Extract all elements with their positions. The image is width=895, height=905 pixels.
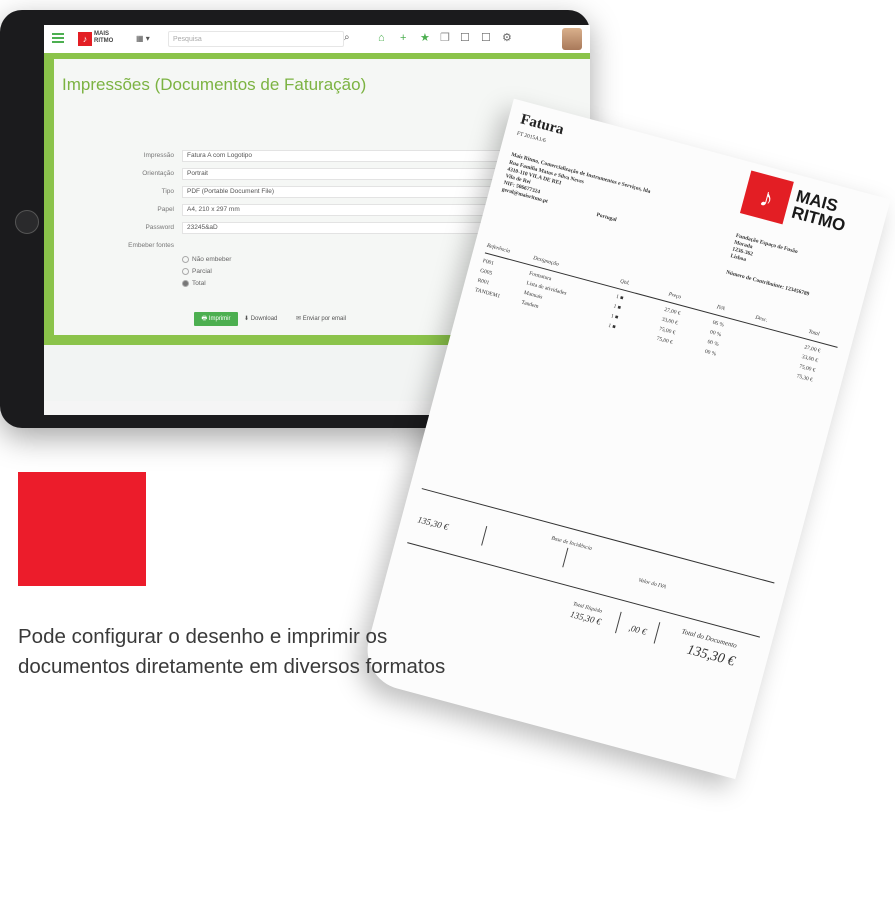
row-qty: 1 ■: [607, 322, 617, 331]
field-label: Tipo: [161, 188, 174, 195]
row-desc: Tandem: [520, 299, 540, 310]
iva-value: ,00 €: [627, 622, 648, 637]
row-qty: 1 ■: [610, 313, 619, 321]
menu-icon[interactable]: [52, 33, 64, 43]
print-button[interactable]: 🖶 Imprimir: [194, 312, 238, 326]
option-label: Não embeber: [192, 256, 232, 263]
col-disc: Desc.: [754, 314, 769, 324]
row-ref: TANDEM1: [474, 287, 501, 300]
divider: [562, 547, 569, 568]
messages-icon[interactable]: ☐: [481, 31, 491, 45]
divider: [481, 526, 488, 546]
copy-icon[interactable]: ❐: [440, 31, 450, 45]
field-label: Impressão: [143, 152, 174, 159]
divider: [615, 611, 622, 634]
col-total: Total: [807, 328, 821, 338]
app-logo-icon[interactable]: ♪: [78, 32, 92, 46]
settings-icon[interactable]: ⚙: [502, 31, 512, 45]
row-iva: 00 %: [706, 339, 720, 348]
row-iva: 06 %: [711, 319, 725, 329]
row-qty: 1 ■: [615, 293, 625, 302]
brand-text: MAIS RITMO: [789, 186, 848, 236]
home-button: [15, 210, 39, 234]
col-price: Preço: [667, 291, 682, 301]
row-ref: R001: [476, 277, 490, 287]
embed-option-partial[interactable]: Parcial: [182, 267, 212, 277]
row-price: 75,00 €: [658, 326, 676, 337]
totals-rule: [421, 488, 775, 584]
caption-text: Pode configurar o desenho e imprimir os …: [18, 625, 446, 678]
divider: [653, 622, 661, 644]
col-iva: IVA: [716, 304, 726, 313]
home-icon[interactable]: ⌂: [378, 31, 385, 45]
row-total: 33,00 €: [801, 354, 819, 365]
search-icon[interactable]: ⌕: [344, 32, 350, 43]
taxable-value: 135,30 €: [416, 514, 450, 533]
row-price: 33,00 €: [660, 316, 679, 327]
notifications-icon[interactable]: ☐: [460, 31, 470, 45]
col-qty: Qtd.: [619, 278, 631, 287]
row-iva: 00 %: [709, 329, 722, 339]
row-total: 27,00 €: [803, 344, 822, 355]
page-title: Impressões (Documentos de Faturação): [62, 75, 367, 94]
print-button-label: Imprimir: [208, 316, 231, 322]
row-price: 75,00 €: [655, 335, 674, 346]
music-note-icon: ♪: [739, 170, 794, 225]
row-total: 75,30 €: [795, 373, 814, 384]
client-taxpayer: Número de Contribuinte: 123456789: [725, 269, 810, 298]
user-avatar[interactable]: [562, 28, 582, 50]
radio-icon[interactable]: [182, 267, 189, 275]
row-iva: 00 %: [704, 348, 717, 358]
option-label: Parcial: [192, 268, 212, 275]
apps-grid-button[interactable]: ▦ ▾: [136, 33, 164, 45]
row-ref: G005: [479, 267, 493, 277]
row-ref: F001: [481, 258, 495, 267]
radio-selected-icon[interactable]: [182, 279, 189, 287]
field-label: Embeber fontes: [128, 242, 174, 249]
star-icon[interactable]: ★: [420, 31, 430, 45]
row-qty: 1 ■: [612, 303, 622, 312]
top-navbar: ♪ MAIS RITMO ▦ ▾ Pesquisa ⌕ ⌂ + ★ ❐ ☐ ☐ …: [44, 25, 590, 54]
taxable-label: Base de Incidência: [550, 535, 593, 552]
red-square-decoration: [18, 472, 146, 586]
app-logo-text: MAIS RITMO: [94, 31, 114, 44]
iva-label: Valor do IVA: [637, 577, 667, 591]
row-price: 27,00 €: [663, 306, 682, 317]
field-label: Password: [145, 224, 174, 231]
embed-option-total[interactable]: Total: [182, 279, 206, 289]
field-label: Papel: [157, 206, 174, 213]
add-icon[interactable]: +: [400, 31, 406, 45]
row-total: 75,00 €: [798, 363, 816, 374]
company-country: Portugal: [595, 212, 618, 224]
radio-icon[interactable]: [182, 255, 189, 263]
field-label: Orientação: [142, 170, 174, 177]
embed-option-none[interactable]: Não embeber: [182, 255, 231, 265]
option-label: Total: [192, 280, 206, 287]
search-input[interactable]: Pesquisa: [168, 31, 344, 47]
